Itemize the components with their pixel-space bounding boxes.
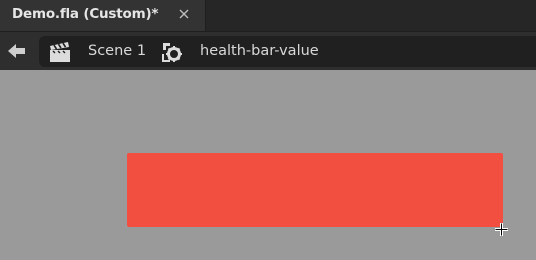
back-arrow-icon[interactable] [7, 42, 27, 60]
stage-canvas[interactable] [0, 70, 536, 260]
breadcrumb: Scene 1 health-bar-value [39, 36, 536, 67]
scene-clapperboard-icon[interactable] [49, 41, 71, 63]
health-bar-shape[interactable] [127, 153, 503, 227]
document-tab-title: Demo.fla (Custom)* [12, 6, 159, 22]
registration-crosshair-icon[interactable] [495, 221, 508, 236]
breadcrumb-symbol-label[interactable]: health-bar-value [200, 43, 319, 59]
animate-editor-window: Demo.fla (Custom)* Scene 1 health-bar-va… [0, 0, 536, 260]
close-icon[interactable] [177, 5, 191, 23]
movieclip-symbol-icon[interactable] [161, 41, 183, 63]
edit-bar: Scene 1 health-bar-value [0, 31, 536, 70]
document-tab[interactable]: Demo.fla (Custom)* [0, 0, 206, 31]
document-tab-bar: Demo.fla (Custom)* [0, 0, 536, 31]
breadcrumb-scene-label[interactable]: Scene 1 [88, 43, 146, 59]
